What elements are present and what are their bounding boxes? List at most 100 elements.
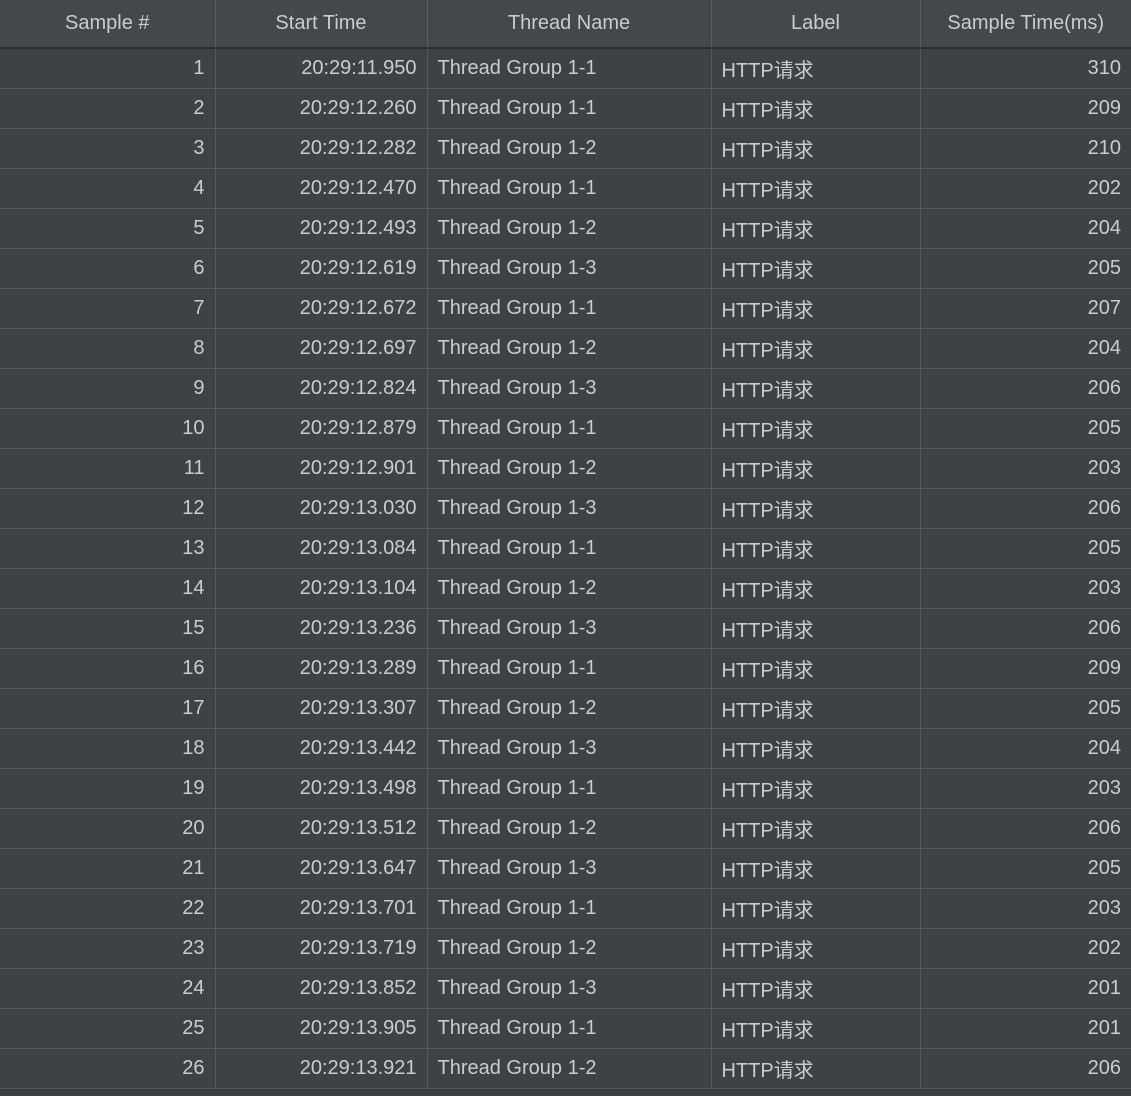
cell-label: HTTP请求: [711, 808, 920, 848]
cell-time: 203: [920, 448, 1131, 488]
column-header-sample-time[interactable]: Sample Time(ms): [920, 0, 1131, 48]
cell-sample: 10: [0, 408, 215, 448]
cell-start: 20:29:13.307: [215, 688, 427, 728]
column-header-label[interactable]: Label: [711, 0, 920, 48]
table-row[interactable]: 2220:29:13.701Thread Group 1-1HTTP请求203: [0, 888, 1131, 928]
cell-sample: 7: [0, 288, 215, 328]
cell-thread: Thread Group 1-2: [427, 328, 711, 368]
cell-thread: Thread Group 1-2: [427, 448, 711, 488]
cell-start: 20:29:12.824: [215, 368, 427, 408]
table-row[interactable]: 220:29:12.260Thread Group 1-1HTTP请求209: [0, 88, 1131, 128]
table-row[interactable]: 1820:29:13.442Thread Group 1-3HTTP请求204: [0, 728, 1131, 768]
table-row[interactable]: 320:29:12.282Thread Group 1-2HTTP请求210: [0, 128, 1131, 168]
cell-time: 206: [920, 488, 1131, 528]
cell-label: HTTP请求: [711, 968, 920, 1008]
cell-label: HTTP请求: [711, 328, 920, 368]
cell-label: HTTP请求: [711, 768, 920, 808]
table-row[interactable]: 620:29:12.619Thread Group 1-3HTTP请求205: [0, 248, 1131, 288]
cell-label: HTTP请求: [711, 488, 920, 528]
table-row[interactable]: 1320:29:13.084Thread Group 1-1HTTP请求205: [0, 528, 1131, 568]
table-row[interactable]: 2320:29:13.719Thread Group 1-2HTTP请求202: [0, 928, 1131, 968]
cell-sample: 9: [0, 368, 215, 408]
table-row[interactable]: 1920:29:13.498Thread Group 1-1HTTP请求203: [0, 768, 1131, 808]
table-row[interactable]: 2120:29:13.647Thread Group 1-3HTTP请求205: [0, 848, 1131, 888]
cell-start: 20:29:13.852: [215, 968, 427, 1008]
cell-label: HTTP请求: [711, 848, 920, 888]
cell-thread: Thread Group 1-1: [427, 48, 711, 88]
cell-time: 202: [920, 928, 1131, 968]
cell-label: HTTP请求: [711, 1008, 920, 1048]
cell-label: HTTP请求: [711, 888, 920, 928]
cell-start: 20:29:13.030: [215, 488, 427, 528]
table-row[interactable]: 2020:29:13.512Thread Group 1-2HTTP请求206: [0, 808, 1131, 848]
table-row[interactable]: 120:29:11.950Thread Group 1-1HTTP请求310: [0, 48, 1131, 88]
cell-sample: 1: [0, 48, 215, 88]
cell-time: 202: [920, 168, 1131, 208]
cell-sample: 22: [0, 888, 215, 928]
table-row[interactable]: 1620:29:13.289Thread Group 1-1HTTP请求209: [0, 648, 1131, 688]
cell-time: 204: [920, 328, 1131, 368]
cell-thread: Thread Group 1-1: [427, 528, 711, 568]
table-row[interactable]: 1720:29:13.307Thread Group 1-2HTTP请求205: [0, 688, 1131, 728]
table-row[interactable]: 1020:29:12.879Thread Group 1-1HTTP请求205: [0, 408, 1131, 448]
column-header-sample-number[interactable]: Sample #: [0, 0, 215, 48]
table-row[interactable]: 420:29:12.470Thread Group 1-1HTTP请求202: [0, 168, 1131, 208]
cell-thread: Thread Group 1-2: [427, 568, 711, 608]
results-table: Sample #Start TimeThread NameLabelSample…: [0, 0, 1131, 1089]
cell-time: 205: [920, 688, 1131, 728]
cell-start: 20:29:12.493: [215, 208, 427, 248]
cell-thread: Thread Group 1-1: [427, 648, 711, 688]
cell-time: 204: [920, 728, 1131, 768]
cell-time: 210: [920, 128, 1131, 168]
cell-thread: Thread Group 1-2: [427, 688, 711, 728]
cell-label: HTTP请求: [711, 368, 920, 408]
table-row[interactable]: 2620:29:13.921Thread Group 1-2HTTP请求206: [0, 1048, 1131, 1088]
cell-sample: 12: [0, 488, 215, 528]
cell-thread: Thread Group 1-2: [427, 928, 711, 968]
column-header-thread-name[interactable]: Thread Name: [427, 0, 711, 48]
cell-thread: Thread Group 1-3: [427, 608, 711, 648]
table-row[interactable]: 920:29:12.824Thread Group 1-3HTTP请求206: [0, 368, 1131, 408]
cell-sample: 2: [0, 88, 215, 128]
cell-thread: Thread Group 1-3: [427, 368, 711, 408]
cell-label: HTTP请求: [711, 168, 920, 208]
table-footer-space: [0, 1090, 1131, 1096]
cell-label: HTTP请求: [711, 648, 920, 688]
cell-thread: Thread Group 1-1: [427, 1008, 711, 1048]
cell-start: 20:29:13.084: [215, 528, 427, 568]
column-header-start-time[interactable]: Start Time: [215, 0, 427, 48]
cell-label: HTTP请求: [711, 688, 920, 728]
table-row[interactable]: 2420:29:13.852Thread Group 1-3HTTP请求201: [0, 968, 1131, 1008]
table-row[interactable]: 820:29:12.697Thread Group 1-2HTTP请求204: [0, 328, 1131, 368]
table-row[interactable]: 720:29:12.672Thread Group 1-1HTTP请求207: [0, 288, 1131, 328]
cell-thread: Thread Group 1-1: [427, 288, 711, 328]
cell-label: HTTP请求: [711, 448, 920, 488]
cell-sample: 6: [0, 248, 215, 288]
table-row[interactable]: 1120:29:12.901Thread Group 1-2HTTP请求203: [0, 448, 1131, 488]
cell-start: 20:29:12.260: [215, 88, 427, 128]
cell-sample: 3: [0, 128, 215, 168]
cell-start: 20:29:13.289: [215, 648, 427, 688]
table-row[interactable]: 1420:29:13.104Thread Group 1-2HTTP请求203: [0, 568, 1131, 608]
cell-time: 203: [920, 888, 1131, 928]
results-table-header: Sample #Start TimeThread NameLabelSample…: [0, 0, 1131, 48]
cell-thread: Thread Group 1-2: [427, 128, 711, 168]
cell-start: 20:29:13.442: [215, 728, 427, 768]
table-row[interactable]: 1520:29:13.236Thread Group 1-3HTTP请求206: [0, 608, 1131, 648]
cell-thread: Thread Group 1-3: [427, 248, 711, 288]
cell-thread: Thread Group 1-3: [427, 488, 711, 528]
cell-time: 201: [920, 1008, 1131, 1048]
cell-time: 203: [920, 568, 1131, 608]
cell-label: HTTP请求: [711, 1048, 920, 1088]
cell-thread: Thread Group 1-3: [427, 968, 711, 1008]
cell-time: 205: [920, 528, 1131, 568]
table-row[interactable]: 2520:29:13.905Thread Group 1-1HTTP请求201: [0, 1008, 1131, 1048]
table-row[interactable]: 1220:29:13.030Thread Group 1-3HTTP请求206: [0, 488, 1131, 528]
cell-sample: 18: [0, 728, 215, 768]
cell-sample: 4: [0, 168, 215, 208]
cell-sample: 20: [0, 808, 215, 848]
cell-label: HTTP请求: [711, 608, 920, 648]
table-row[interactable]: 520:29:12.493Thread Group 1-2HTTP请求204: [0, 208, 1131, 248]
cell-thread: Thread Group 1-3: [427, 848, 711, 888]
cell-label: HTTP请求: [711, 48, 920, 88]
